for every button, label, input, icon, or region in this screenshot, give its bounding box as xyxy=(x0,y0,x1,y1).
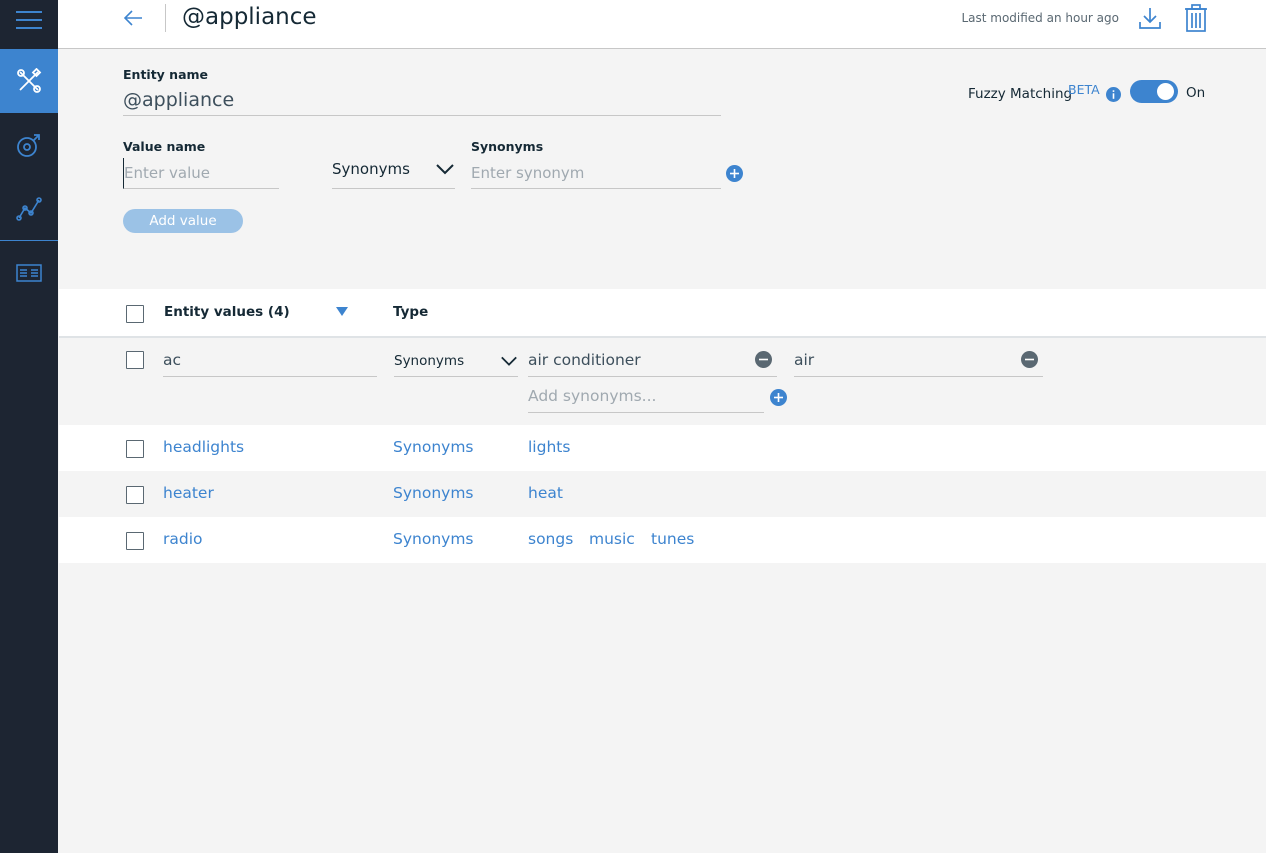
synonym-input[interactable] xyxy=(471,158,721,189)
row-checkbox[interactable] xyxy=(126,440,144,458)
tools-icon xyxy=(17,68,42,93)
remove-synonym-icon[interactable] xyxy=(1021,351,1038,368)
value-name-input[interactable] xyxy=(123,158,279,189)
add-synonym-icon[interactable] xyxy=(770,389,787,406)
synonym-link[interactable]: lights xyxy=(528,438,570,456)
remove-synonym-icon[interactable] xyxy=(755,351,772,368)
fuzzy-matching-toggle[interactable] xyxy=(1130,80,1178,103)
entity-type-link[interactable]: Synonyms xyxy=(393,530,474,548)
type-select-value: Synonyms xyxy=(332,160,410,178)
value-name-label: Value name xyxy=(123,139,206,154)
header-separator xyxy=(165,4,166,32)
last-modified-text: Last modified an hour ago xyxy=(961,11,1119,25)
download-icon[interactable] xyxy=(1137,5,1163,31)
trash-icon[interactable] xyxy=(1184,4,1208,32)
column-header-type: Type xyxy=(393,304,429,320)
synonym-edit-field[interactable]: air xyxy=(794,348,1043,377)
beta-badge: BETA xyxy=(1068,82,1100,97)
entity-name-field[interactable]: @appliance xyxy=(123,87,721,116)
table-header: Entity values (4) Type xyxy=(59,289,1266,338)
synonym-chip-text: air xyxy=(794,351,815,369)
analytics-icon xyxy=(16,197,42,221)
hamburger-menu-button[interactable] xyxy=(0,0,58,40)
table-row[interactable]: radio Synonyms songs music tunes xyxy=(59,517,1266,563)
table-row-editing: ac Synonyms air conditioner air Add syno… xyxy=(59,338,1266,425)
row-checkbox[interactable] xyxy=(126,351,144,369)
row-checkbox[interactable] xyxy=(126,532,144,550)
row-type-select[interactable]: Synonyms xyxy=(394,350,518,377)
add-synonyms-field[interactable]: Add synonyms... xyxy=(528,384,764,413)
entity-value-link[interactable]: radio xyxy=(163,530,203,548)
type-select[interactable]: Synonyms xyxy=(332,156,455,189)
row-checkbox[interactable] xyxy=(126,486,144,504)
synonym-link[interactable]: songs xyxy=(528,530,573,548)
select-all-checkbox[interactable] xyxy=(126,305,144,323)
table-row[interactable]: heater Synonyms heat xyxy=(59,471,1266,517)
synonyms-label: Synonyms xyxy=(471,139,544,154)
chevron-down-icon xyxy=(436,164,454,175)
page-title: @appliance xyxy=(182,4,317,30)
sidebar-item-catalog[interactable] xyxy=(0,241,58,305)
sort-caret-icon[interactable] xyxy=(336,307,348,316)
dialog-icon xyxy=(17,134,40,157)
entity-type-link[interactable]: Synonyms xyxy=(393,484,474,502)
entity-value-link[interactable]: heater xyxy=(163,484,214,502)
toggle-knob xyxy=(1157,83,1174,100)
catalog-icon xyxy=(16,264,42,282)
sidebar-item-dialog[interactable] xyxy=(0,113,58,177)
entity-name-label: Entity name xyxy=(123,67,209,82)
sidebar xyxy=(0,0,58,853)
sidebar-item-build[interactable] xyxy=(0,49,58,113)
synonym-link[interactable]: heat xyxy=(528,484,563,502)
column-header-values[interactable]: Entity values (4) xyxy=(164,304,290,320)
back-arrow-icon[interactable] xyxy=(121,6,145,30)
add-synonyms-placeholder: Add synonyms... xyxy=(528,387,657,405)
synonym-edit-field[interactable]: air conditioner xyxy=(528,348,777,377)
hamburger-menu-icon xyxy=(16,11,42,29)
synonym-chip-text: air conditioner xyxy=(528,351,641,369)
sidebar-item-analytics[interactable] xyxy=(0,177,58,241)
add-synonym-icon[interactable] xyxy=(726,165,743,182)
add-value-button[interactable]: Add value xyxy=(123,209,243,233)
value-edit-field[interactable]: ac xyxy=(163,348,377,377)
table-row[interactable]: headlights Synonyms lights xyxy=(59,425,1266,471)
synonym-link[interactable]: tunes xyxy=(651,530,694,548)
top-bar: @appliance Last modified an hour ago xyxy=(58,0,1266,49)
fuzzy-matching-label: Fuzzy Matching xyxy=(968,86,1073,102)
synonym-link[interactable]: music xyxy=(589,530,635,548)
row-type-value: Synonyms xyxy=(394,353,465,369)
entity-value-link[interactable]: headlights xyxy=(163,438,244,456)
chevron-down-icon xyxy=(501,356,517,366)
info-icon[interactable] xyxy=(1106,87,1121,102)
toggle-state-label: On xyxy=(1186,85,1206,101)
entity-type-link[interactable]: Synonyms xyxy=(393,438,474,456)
